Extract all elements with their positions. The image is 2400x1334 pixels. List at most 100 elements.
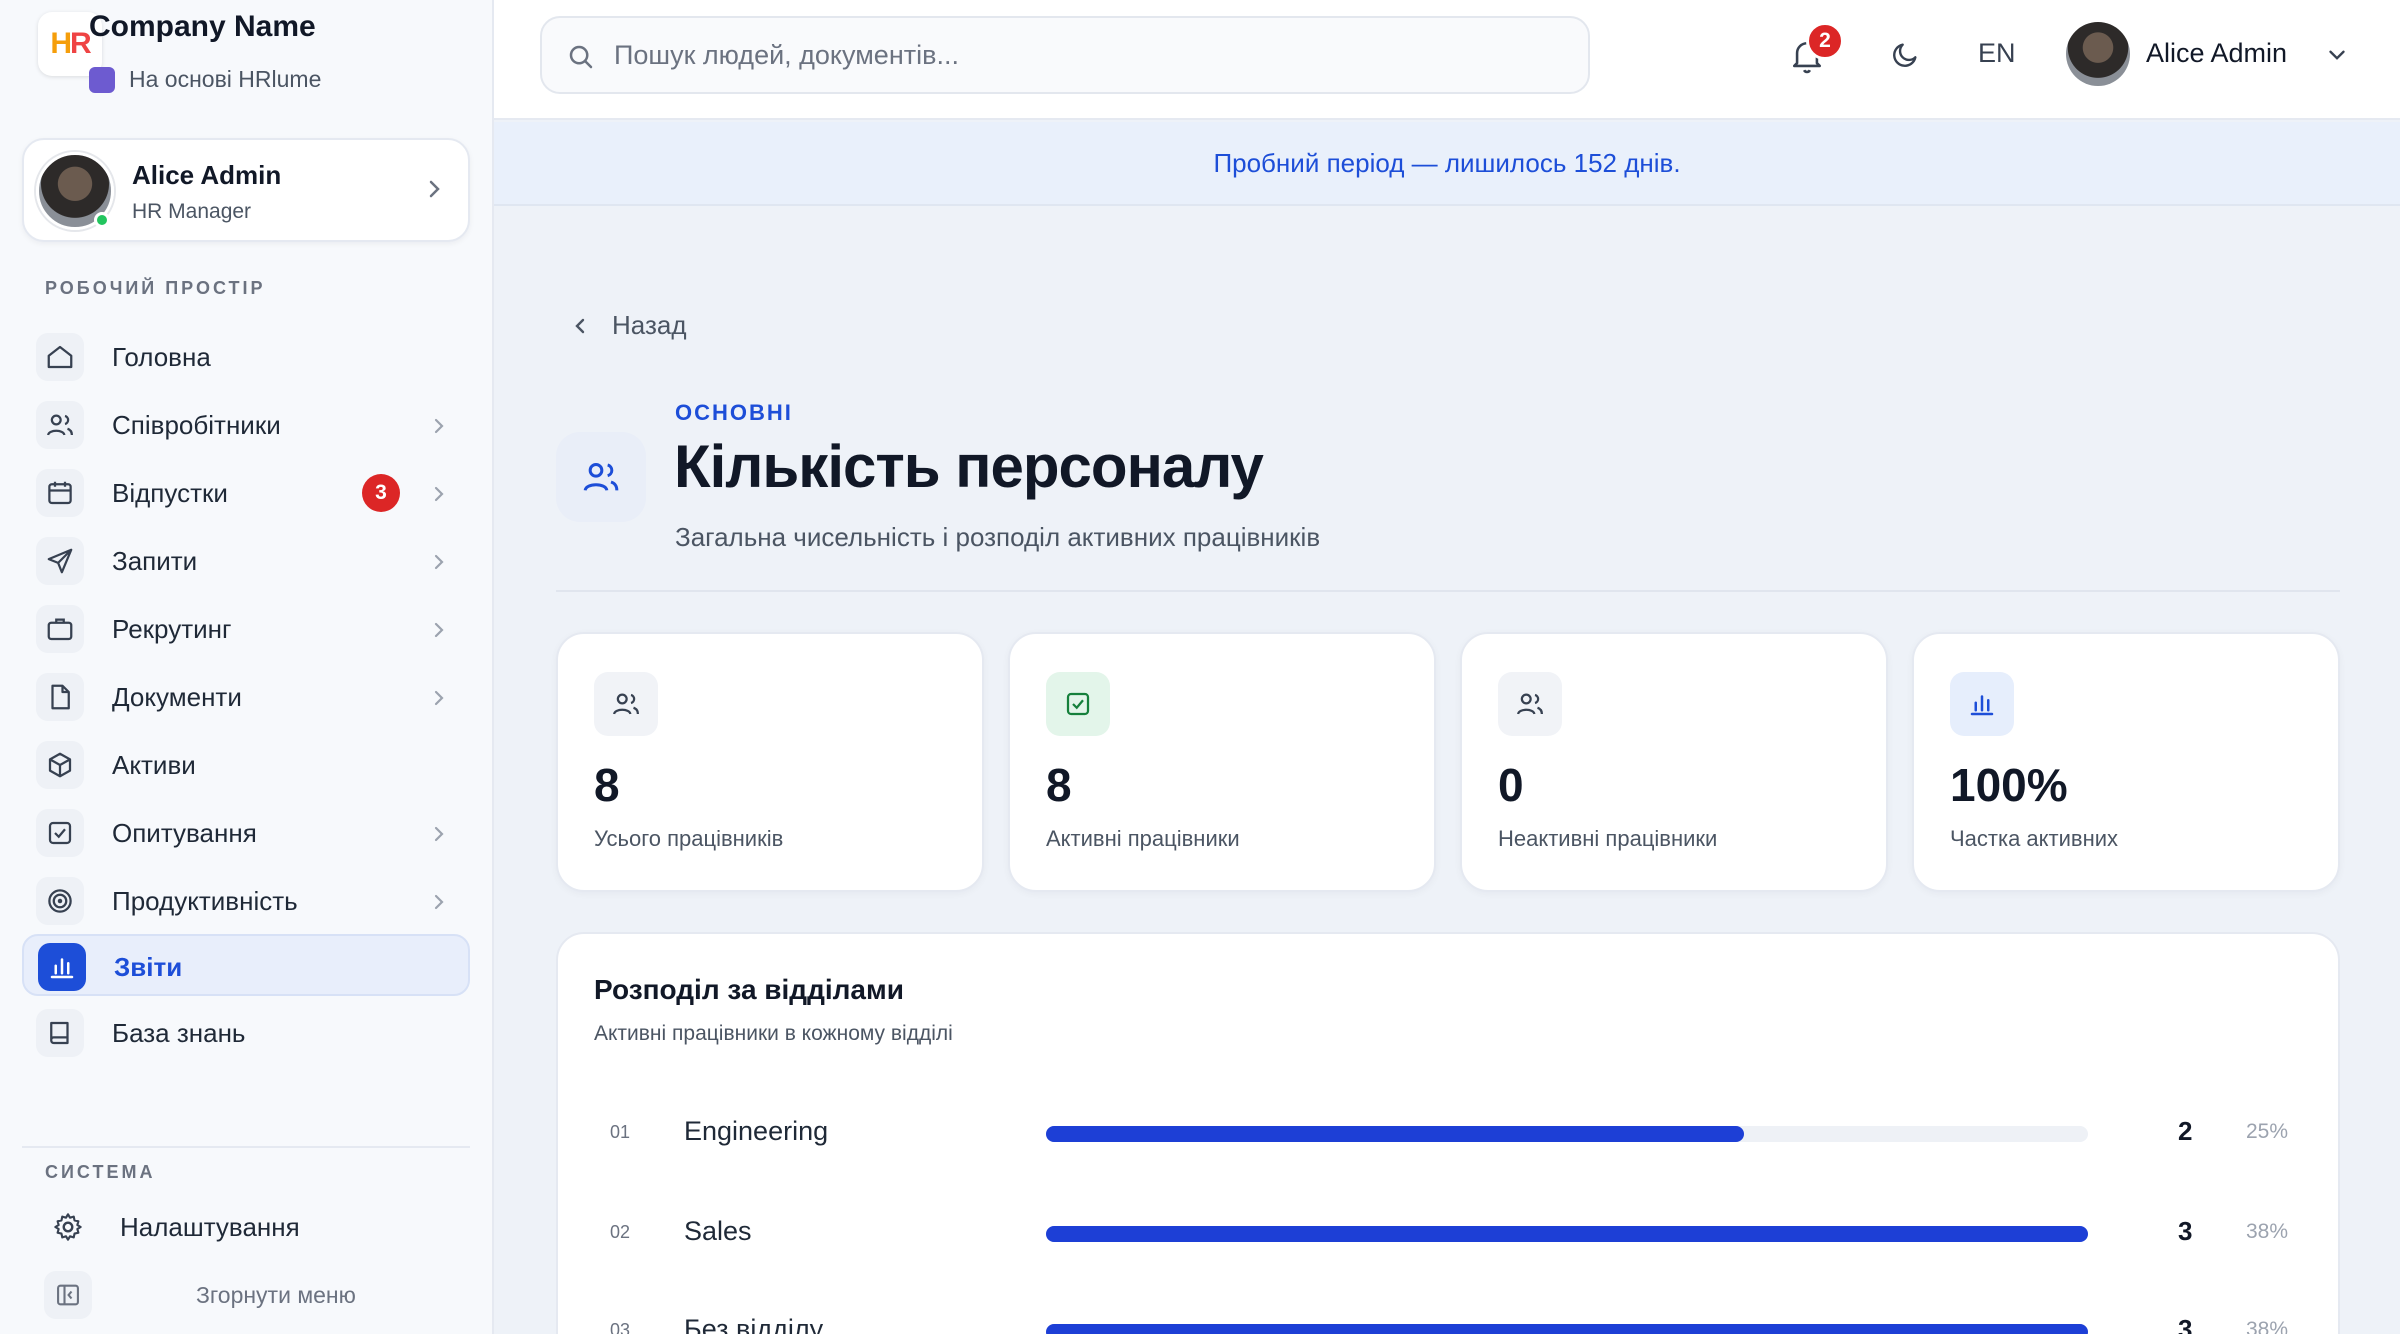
department-distribution-card: Розподіл за відділами Активні працівники… xyxy=(556,932,2340,1334)
sidebar-item-home[interactable]: Головна xyxy=(22,326,470,388)
bar-chart-icon xyxy=(1950,672,2014,736)
chevron-down-icon[interactable] xyxy=(2324,42,2350,68)
sidebar-item-label: Відпустки xyxy=(112,478,228,508)
vacations-count-badge: 3 xyxy=(362,474,400,512)
profile-card[interactable]: Alice Admin HR Manager xyxy=(22,138,470,242)
chevron-right-icon xyxy=(434,826,444,842)
back-link[interactable]: Назад xyxy=(570,310,687,341)
sidebar-item-documents[interactable]: Документи xyxy=(22,666,470,728)
online-status-indicator xyxy=(94,212,110,228)
sidebar-item-vacations[interactable]: Відпустки 3 xyxy=(22,462,470,524)
stat-card-total: 8 Усього працівників xyxy=(556,632,984,892)
table-row[interactable]: 02 Sales 3 38% xyxy=(558,1204,2342,1264)
back-label: Назад xyxy=(612,310,687,340)
sidebar-item-requests[interactable]: Запити xyxy=(22,530,470,592)
department-count: 2 xyxy=(2178,1116,2193,1146)
section-title: Розподіл за відділами xyxy=(594,974,904,1005)
stat-label: Усього працівників xyxy=(594,826,784,851)
row-number: 01 xyxy=(610,1122,631,1142)
sidebar-item-employees[interactable]: Співробітники xyxy=(22,394,470,456)
page-title: Кількість персоналу xyxy=(674,433,1264,500)
sidebar-item-label: Запити xyxy=(112,546,198,576)
checkbox-icon xyxy=(36,809,84,857)
header-divider xyxy=(556,590,2340,592)
table-row[interactable]: 01 Engineering 2 25% xyxy=(558,1104,2342,1164)
sidebar-item-performance[interactable]: Продуктивність xyxy=(22,870,470,932)
notifications-count-badge: 2 xyxy=(1806,22,1844,60)
section-subtitle: Активні працівники в кожному відділі xyxy=(594,1022,953,1045)
calendar-icon xyxy=(36,469,84,517)
topbar: Пошук людей, документів... 2 EN Alice Ad… xyxy=(494,0,2400,120)
book-icon xyxy=(36,1009,84,1057)
user-menu-name[interactable]: Alice Admin xyxy=(2146,38,2287,69)
sidebar-item-label: Опитування xyxy=(112,818,257,848)
gear-icon xyxy=(44,1203,92,1251)
stat-card-inactive: 0 Неактивні працівники xyxy=(1460,632,1888,892)
department-percent: 38% xyxy=(2245,1220,2288,1243)
chevron-right-icon xyxy=(434,418,444,434)
progress-fill xyxy=(1046,1226,2088,1242)
sidebar-item-label: Налаштування xyxy=(120,1212,300,1242)
users-icon xyxy=(594,672,658,736)
search-input[interactable]: Пошук людей, документів... xyxy=(540,16,1590,94)
sidebar-divider xyxy=(22,1146,470,1148)
check-square-icon xyxy=(1046,672,1110,736)
language-switcher[interactable]: EN xyxy=(1978,38,2016,69)
sidebar: HR Company Name На основі HRlume Alice A… xyxy=(0,0,494,1334)
sidebar-item-label: Продуктивність xyxy=(112,886,298,916)
send-icon xyxy=(36,537,84,585)
target-icon xyxy=(36,877,84,925)
document-icon xyxy=(36,673,84,721)
chevron-left-icon xyxy=(575,318,585,333)
department-count: 3 xyxy=(2178,1314,2193,1334)
progress-track xyxy=(1046,1226,2088,1242)
sidebar-item-surveys[interactable]: Опитування xyxy=(22,802,470,864)
user-avatar[interactable] xyxy=(2066,22,2130,86)
sidebar-item-settings[interactable]: Налаштування xyxy=(30,1196,478,1258)
sidebar-collapse-icon xyxy=(44,1271,92,1319)
profile-role: HR Manager xyxy=(132,200,252,223)
system-section-label: СИСТЕМА xyxy=(45,1162,156,1182)
box-icon xyxy=(36,741,84,789)
bar-chart-icon xyxy=(38,943,86,991)
sidebar-item-label: Головна xyxy=(112,342,211,372)
table-row[interactable]: 03 Без відділу 3 38% xyxy=(558,1302,2342,1334)
profile-name: Alice Admin xyxy=(132,160,282,190)
row-number: 03 xyxy=(610,1320,631,1334)
page-eyebrow: ОСНОВНІ xyxy=(675,400,793,425)
sidebar-item-label: Співробітники xyxy=(112,410,281,440)
sidebar-item-assets[interactable]: Активи xyxy=(22,734,470,796)
stat-value: 100% xyxy=(1950,759,2068,811)
department-name: Sales xyxy=(684,1216,752,1246)
users-icon xyxy=(1498,672,1562,736)
chevron-right-icon xyxy=(434,554,444,570)
stat-value: 8 xyxy=(594,759,620,811)
stat-label: Активні працівники xyxy=(1046,826,1240,851)
chevron-right-icon xyxy=(434,894,444,910)
stat-label: Частка активних xyxy=(1950,826,2119,851)
hrlume-logo-icon xyxy=(89,66,115,93)
users-icon xyxy=(556,432,646,522)
collapse-menu-label: Згорнути меню xyxy=(196,1282,356,1308)
row-number: 02 xyxy=(610,1222,631,1242)
search-placeholder: Пошук людей, документів... xyxy=(614,40,959,70)
department-percent: 25% xyxy=(2245,1120,2288,1143)
sidebar-item-recruiting[interactable]: Рекрутинг xyxy=(22,598,470,660)
moon-icon[interactable] xyxy=(1890,38,1922,70)
page-subtitle: Загальна чисельність і розподіл активних… xyxy=(675,522,1321,552)
sidebar-item-label: Рекрутинг xyxy=(112,614,232,644)
sidebar-item-reports[interactable]: Звіти xyxy=(22,934,470,996)
users-icon xyxy=(36,401,84,449)
chevron-right-icon xyxy=(434,690,444,706)
chevron-right-icon xyxy=(434,622,444,638)
stat-value: 0 xyxy=(1498,759,1524,811)
briefcase-icon xyxy=(36,605,84,653)
stat-card-active-share: 100% Частка активних xyxy=(1912,632,2340,892)
powered-by-label: На основі HRlume xyxy=(129,66,322,92)
sidebar-item-label: Документи xyxy=(112,682,242,712)
chevron-right-icon xyxy=(429,180,440,198)
progress-track xyxy=(1046,1324,2088,1334)
workspace-section-label: РОБОЧИЙ ПРОСТІР xyxy=(45,278,266,298)
progress-fill xyxy=(1046,1324,2088,1334)
sidebar-item-knowledge-base[interactable]: База знань xyxy=(22,1002,470,1064)
